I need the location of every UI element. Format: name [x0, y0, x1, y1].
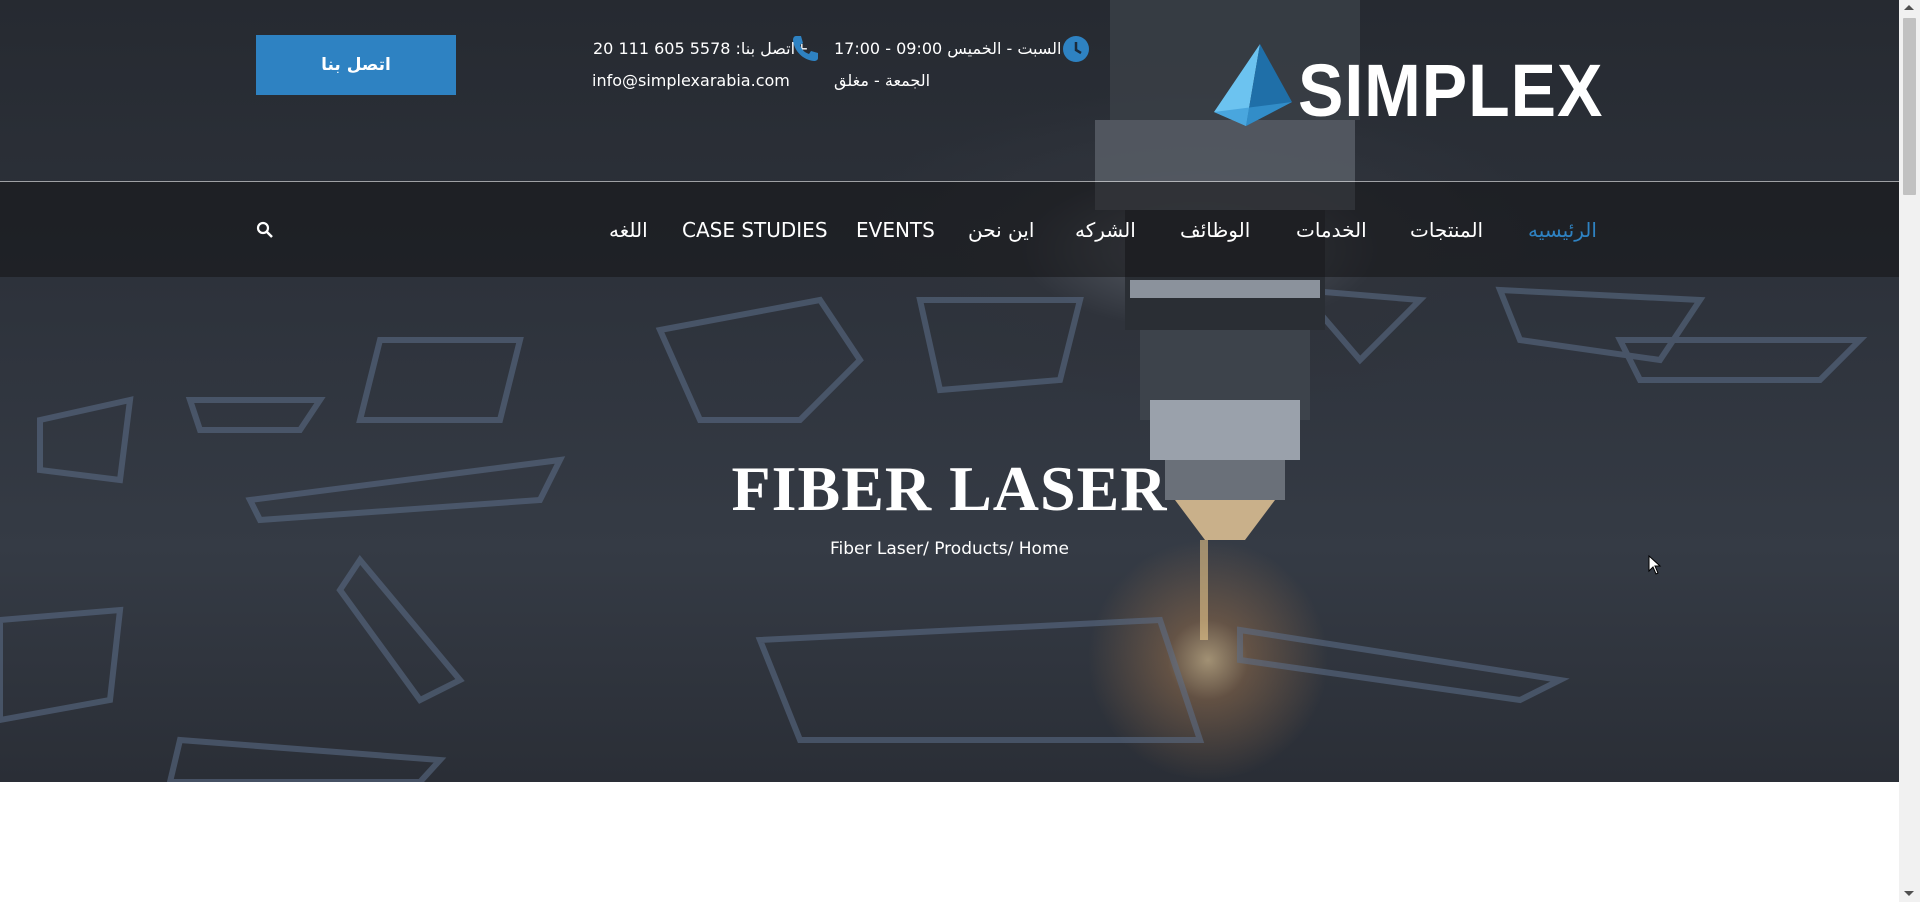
pyramid-logo-icon[interactable]	[1212, 42, 1294, 128]
scrollbar-thumb[interactable]	[1903, 18, 1916, 195]
nav-item-company[interactable]: الشركه	[1075, 218, 1136, 242]
top-bar: اتصل بنا اتصل بنا: 5578 605 111 20+ info…	[0, 0, 1899, 182]
email-link[interactable]: info@simplexarabia.com	[592, 71, 790, 90]
nav-item-home[interactable]: الرئيسيه	[1528, 218, 1597, 242]
working-hours: السبت - الخميس 09:00 - 17:00	[834, 39, 1062, 58]
phone-info[interactable]: اتصل بنا: 5578 605 111 20+	[593, 39, 808, 58]
scroll-up-arrow[interactable]	[1904, 5, 1914, 10]
mouse-cursor-icon	[1648, 555, 1662, 575]
main-navigation	[0, 182, 1899, 277]
phone-icon	[793, 36, 818, 61]
clock-icon	[1063, 36, 1089, 62]
nav-item-case-studies[interactable]: CASE STUDIES	[682, 218, 828, 242]
contact-us-button[interactable]: اتصل بنا	[256, 35, 456, 95]
hero-banner: اتصل بنا اتصل بنا: 5578 605 111 20+ info…	[0, 0, 1899, 782]
nav-item-products[interactable]: المنتجات	[1410, 218, 1483, 242]
friday-hours: الجمعة - مغلق	[834, 71, 931, 90]
page-title: FIBER LASER	[731, 453, 1168, 524]
nav-item-language[interactable]: اللغه	[609, 218, 648, 242]
scroll-down-arrow[interactable]	[1904, 891, 1914, 896]
breadcrumb: Fiber Laser/ Products/ Home	[830, 539, 1069, 559]
search-icon[interactable]	[256, 221, 274, 239]
page-content	[0, 782, 1899, 902]
nav-item-events[interactable]: EVENTS	[856, 218, 935, 242]
nav-item-jobs[interactable]: الوظائف	[1180, 218, 1250, 242]
nav-item-locations[interactable]: اين نحن	[968, 218, 1034, 242]
logo-wordmark[interactable]: SIMPLEX	[1298, 48, 1603, 133]
nav-item-services[interactable]: الخدمات	[1296, 218, 1367, 242]
